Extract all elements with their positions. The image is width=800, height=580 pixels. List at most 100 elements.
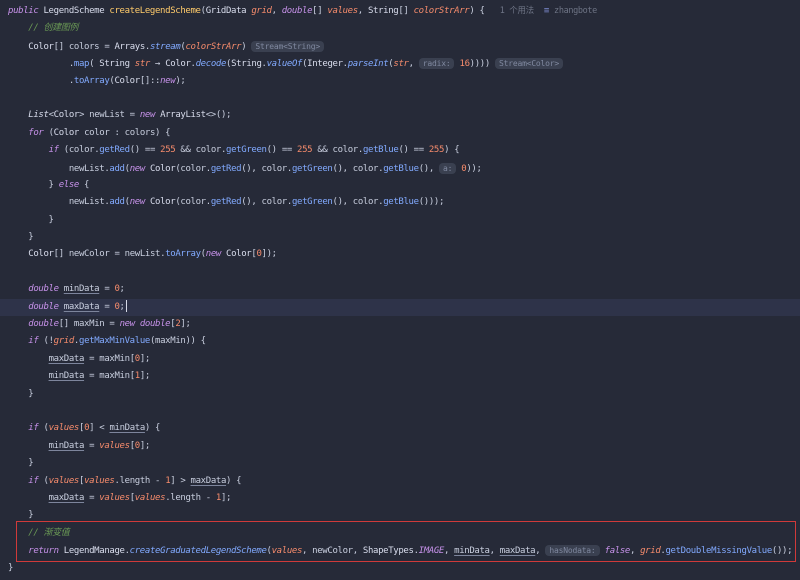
code-token: (),: [241, 164, 261, 174]
code-token: color: [353, 164, 378, 174]
code-line[interactable]: double minData = 0;: [0, 281, 800, 298]
code-token: new: [160, 76, 175, 86]
code-token: (),: [241, 197, 261, 207]
code-token: ;: [120, 284, 125, 294]
code-token: new: [130, 164, 150, 174]
code-token: =: [99, 302, 114, 312]
code-token: <>();: [206, 110, 231, 120]
code-line[interactable]: maxData = values[values.length - 1];: [0, 490, 800, 507]
code-token: [8, 197, 69, 207]
code-token: ,: [444, 546, 454, 556]
code-line[interactable]: maxData = maxMin[0];: [0, 351, 800, 368]
code-token: newList: [69, 164, 104, 174]
code-token: colors: [69, 42, 99, 52]
code-token: getGreen: [226, 145, 267, 155]
code-token: newList: [89, 110, 124, 120]
code-line[interactable]: }: [0, 229, 800, 246]
code-line[interactable]: for (Color color : colors) {: [0, 125, 800, 142]
code-token: =: [104, 319, 119, 329]
usages-hint[interactable]: 1 个用法: [500, 6, 534, 16]
code-token: 255: [429, 145, 444, 155]
code-token: stream: [150, 42, 180, 52]
code-token: }: [8, 458, 33, 468]
code-token: double: [28, 284, 63, 294]
code-line[interactable]: return LegendManage.createGraduatedLegen…: [0, 542, 800, 559]
code-line[interactable]: minData = values[0];: [0, 438, 800, 455]
code-token: ];: [140, 371, 150, 381]
code-token: ,: [272, 6, 282, 16]
code-line[interactable]: List<Color> newList = new ArrayList<>();: [0, 107, 800, 124]
code-token: return: [28, 546, 63, 556]
code-token: ];: [140, 441, 150, 451]
code-line[interactable]: Color[] newColor = newList.toArray(new C…: [0, 246, 800, 263]
code-line[interactable]: newList.add(new Color(color.getRed(), co…: [0, 194, 800, 211]
code-token: decode: [196, 59, 226, 69]
code-token: colorStrArr: [185, 42, 241, 52]
code-token: color: [196, 145, 221, 155]
code-line[interactable]: }: [0, 455, 800, 472]
code-token: maxData: [191, 476, 226, 486]
code-line[interactable]: } else {: [0, 177, 800, 194]
code-line[interactable]: if (color.getRed() == 255 && color.getGr…: [0, 142, 800, 159]
code-token: double: [282, 6, 312, 16]
code-line-caret[interactable]: double maxData = 0;: [0, 299, 800, 316]
code-token: ) {: [226, 476, 241, 486]
author-icon: ≡: [534, 6, 554, 16]
code-token: color: [84, 128, 109, 138]
code-line[interactable]: Color[] colors = Arrays.stream(colorStrA…: [0, 38, 800, 55]
code-token: }: [8, 510, 33, 520]
code-token: getRed: [211, 164, 241, 174]
code-line[interactable]: minData = maxMin[1];: [0, 368, 800, 385]
code-token: getGreen: [292, 164, 333, 174]
code-token: maxMin: [155, 336, 185, 346]
code-token: [8, 423, 28, 433]
author-hint[interactable]: zhangbote: [554, 6, 597, 16]
code-line[interactable]: double[] maxMin = new double[2];: [0, 316, 800, 333]
code-token: toArray: [165, 249, 200, 259]
code-line[interactable]: [0, 264, 800, 281]
code-token: }: [8, 180, 59, 190]
code-token: .length -: [115, 476, 166, 486]
code-line[interactable]: }: [0, 507, 800, 524]
code-token: }: [8, 215, 54, 225]
code-line[interactable]: if (values[0] < minData) {: [0, 420, 800, 437]
code-token: }: [8, 232, 33, 242]
code-line[interactable]: }: [0, 386, 800, 403]
code-token: )) {: [185, 336, 205, 346]
code-token: values: [99, 441, 129, 451]
code-line[interactable]: // 渐变值: [0, 525, 800, 542]
code-token: minData: [454, 546, 489, 556]
code-token: =: [84, 371, 99, 381]
code-token: if: [28, 423, 43, 433]
code-token: ;: [120, 302, 125, 312]
code-line[interactable]: // 创建图例: [0, 20, 800, 37]
code-line[interactable]: [0, 90, 800, 107]
code-token: ] >: [170, 476, 190, 486]
code-token: getBlue: [383, 197, 418, 207]
code-line[interactable]: .map( String str → Color.decode(String.v…: [0, 55, 800, 72]
code-line[interactable]: }: [0, 560, 800, 577]
code-token: new: [120, 319, 140, 329]
code-line[interactable]: }: [0, 212, 800, 229]
code-editor[interactable]: public LegendScheme createLegendScheme(G…: [0, 0, 800, 580]
code-line[interactable]: if (values[values.length - 1] > maxData)…: [0, 473, 800, 490]
code-token: ,: [490, 546, 500, 556]
code-token: ) {: [444, 145, 459, 155]
code-line[interactable]: public LegendScheme createLegendScheme(G…: [0, 3, 800, 20]
code-token: values: [84, 476, 114, 486]
code-token: str: [135, 59, 150, 69]
code-token: [8, 110, 28, 120]
code-token: add: [109, 164, 124, 174]
code-token: ) {: [155, 128, 170, 138]
code-token: Color: [114, 76, 139, 86]
code-token: // 创建图例: [28, 23, 78, 33]
code-line[interactable]: newList.add(new Color(color.getRed(), co…: [0, 160, 800, 177]
code-line[interactable]: .toArray(Color[]::new);: [0, 73, 800, 90]
code-token: :: [109, 128, 124, 138]
code-token: []: [54, 42, 69, 52]
code-area[interactable]: public LegendScheme createLegendScheme(G…: [0, 0, 800, 577]
code-line[interactable]: if (!grid.getMaxMinValue(maxMin)) {: [0, 333, 800, 350]
code-line[interactable]: [0, 403, 800, 420]
code-token: (!: [44, 336, 54, 346]
code-token: [8, 164, 69, 174]
